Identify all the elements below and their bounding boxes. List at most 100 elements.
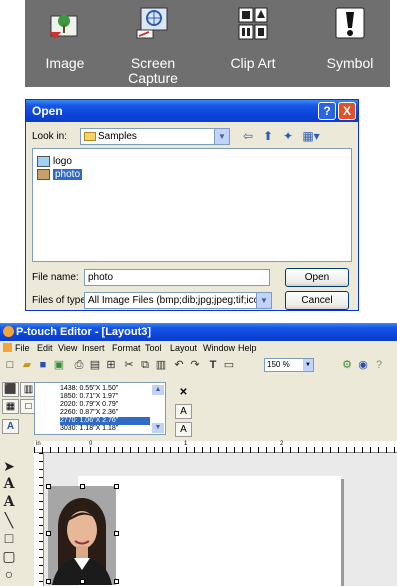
text-box-icon[interactable]: A	[175, 422, 192, 437]
open-folder-icon[interactable]: ▰	[20, 356, 34, 374]
label-size-list[interactable]: 1438: 0.55"X 1.50" 1850: 0.71"X 1.97" 20…	[34, 382, 166, 435]
menu-window[interactable]: Window	[203, 341, 235, 355]
file-name-field[interactable]: photo	[84, 269, 270, 286]
close-button[interactable]: X	[338, 102, 356, 120]
list-item[interactable]: 2260: 0.87"X 2.36"	[60, 409, 118, 417]
file-name: logo	[53, 156, 72, 167]
insert-symbol-label: Symbol	[326, 55, 374, 71]
rectangle-tool-icon[interactable]: □	[2, 529, 16, 547]
paste-icon[interactable]: ▥	[154, 356, 168, 374]
files-of-type-combo[interactable]: All Image Files (bmp;dib;jpg;jpeg;tif;ic…	[84, 292, 272, 309]
menu-help[interactable]: Help	[238, 341, 257, 355]
ellipse-tool-icon[interactable]: ○	[2, 565, 16, 583]
rounded-rect-icon[interactable]: ▢	[2, 547, 16, 565]
menu-tool[interactable]: Tool	[145, 341, 162, 355]
text-align-icon[interactable]: A	[175, 404, 192, 419]
resize-handle[interactable]	[114, 484, 119, 489]
file-list[interactable]: logo photo	[32, 148, 352, 262]
menu-insert[interactable]: Insert	[82, 341, 105, 355]
insert-toolbar: Image Screen Capture Clip Art Symbol	[25, 0, 390, 87]
database-icon[interactable]: ⚙	[340, 356, 354, 374]
file-name-label: File name:	[32, 272, 79, 283]
cut-icon[interactable]: ✂	[122, 356, 136, 374]
open-button[interactable]: Open	[285, 268, 349, 287]
scroll-down-icon[interactable]: ▼	[152, 423, 164, 433]
list-item[interactable]: photo	[37, 168, 83, 181]
symbol-icon	[335, 7, 365, 39]
file-name-value: photo	[88, 272, 114, 283]
resize-handle[interactable]	[46, 579, 51, 584]
tape-icon[interactable]: ⬛	[2, 382, 19, 397]
insert-image-icon[interactable]: ▣	[52, 356, 66, 374]
menu-bar: File Edit View Insert Format Tool Layout…	[0, 341, 397, 355]
text-frame-icon[interactable]: A	[2, 419, 19, 434]
print-setup-icon[interactable]: ⊞	[104, 356, 118, 374]
list-item[interactable]: logo	[37, 155, 72, 168]
list-item[interactable]: 1438: 0.55"X 1.50"	[60, 385, 118, 393]
vertical-text-icon[interactable]: A	[2, 493, 16, 511]
select-arrow-icon[interactable]: ➤	[2, 457, 16, 475]
file-name: photo	[53, 169, 83, 180]
new-document-icon[interactable]: □	[3, 356, 17, 374]
resize-handle[interactable]	[80, 579, 85, 584]
list-item[interactable]: 1850: 0.71"X 1.97"	[60, 393, 118, 401]
help-button[interactable]: ?	[318, 102, 336, 120]
save-icon[interactable]: ■	[36, 356, 50, 374]
resize-handle[interactable]	[46, 531, 51, 536]
list-item[interactable]: 3030: 1.18"X 1.18"	[60, 425, 118, 433]
scroll-up-icon[interactable]: ▲	[152, 385, 164, 395]
print-icon[interactable]: ▤	[88, 356, 102, 374]
portrait-photo[interactable]	[48, 486, 116, 585]
menu-file[interactable]: File	[15, 341, 30, 355]
text-tool-icon[interactable]: T	[206, 356, 220, 374]
resize-handle[interactable]	[114, 531, 119, 536]
menu-view[interactable]: View	[58, 341, 77, 355]
menu-format[interactable]: Format	[112, 341, 141, 355]
frame-icon[interactable]: ▭	[222, 356, 236, 374]
editor-title: P-touch Editor - [Layout3]	[16, 326, 152, 338]
chevron-down-icon[interactable]: ▼	[256, 293, 271, 308]
chevron-down-icon[interactable]: ▼	[303, 359, 313, 371]
menu-layout[interactable]: Layout	[170, 341, 197, 355]
print-preview-icon[interactable]: ⎙	[72, 356, 86, 374]
look-in-combo[interactable]: Samples ▼	[80, 128, 230, 145]
transfer-icon[interactable]: ◉	[356, 356, 370, 374]
list-item-selected[interactable]: 2770: 1.06"X 2.76"	[60, 417, 150, 425]
screen-capture-icon	[136, 7, 168, 39]
close-icon[interactable]: ✕	[175, 386, 192, 401]
insert-symbol-button[interactable]: Symbol	[310, 0, 390, 87]
layout-icon[interactable]: ▦	[2, 399, 19, 414]
standard-toolbar: □ ▰ ■ ▣ ⎙ ▤ ⊞ ✂ ⧉ ▥ ↶ ↷ T ▭ ⚙ ◉ ?	[0, 356, 397, 374]
resize-handle[interactable]	[80, 484, 85, 489]
redo-icon[interactable]: ↷	[188, 356, 202, 374]
list-item[interactable]: 2020: 0.79"X 0.79"	[60, 401, 118, 409]
cancel-button[interactable]: Cancel	[285, 291, 349, 310]
ruler-ticks	[34, 447, 397, 453]
help-pointer-icon[interactable]: ?	[372, 356, 386, 374]
resize-handle[interactable]	[114, 579, 119, 584]
chevron-down-icon[interactable]: ▼	[214, 129, 229, 144]
line-tool-icon[interactable]: ╲	[2, 511, 16, 529]
copy-icon[interactable]: ⧉	[138, 356, 152, 374]
up-folder-icon[interactable]: ⬆	[260, 129, 276, 143]
files-of-type-label: Files of type:	[32, 295, 89, 306]
insert-image-button[interactable]: Image	[25, 0, 105, 87]
text-tool-icon[interactable]: A	[2, 475, 16, 493]
editor-title-bar: P-touch Editor - [Layout3]	[0, 323, 397, 341]
image-file-icon	[37, 169, 50, 180]
new-folder-icon[interactable]: ✦	[280, 129, 296, 143]
image-insert-icon	[49, 15, 78, 39]
ptouch-editor-window: P-touch Editor - [Layout3] File Edit Vie…	[0, 323, 397, 586]
insert-clip-art-button[interactable]: Clip Art	[213, 0, 293, 87]
back-icon[interactable]: ⇦	[240, 129, 256, 143]
view-menu-icon[interactable]: ▦▾	[300, 129, 322, 143]
insert-clip-art-label: Clip Art	[230, 55, 276, 71]
menu-edit[interactable]: Edit	[37, 341, 53, 355]
clip-art-icon	[238, 7, 268, 40]
insert-screen-capture-button[interactable]: Screen Capture	[113, 0, 193, 87]
undo-icon[interactable]: ↶	[172, 356, 186, 374]
open-dialog: Open ? X Look in: Samples ▼ ⇦ ⬆ ✦ ▦▾ log…	[25, 99, 359, 311]
resize-handle[interactable]	[46, 484, 51, 489]
zoom-combo[interactable]: 150 % ▼	[264, 358, 314, 372]
horizontal-ruler: in 0 1 2	[34, 441, 397, 453]
